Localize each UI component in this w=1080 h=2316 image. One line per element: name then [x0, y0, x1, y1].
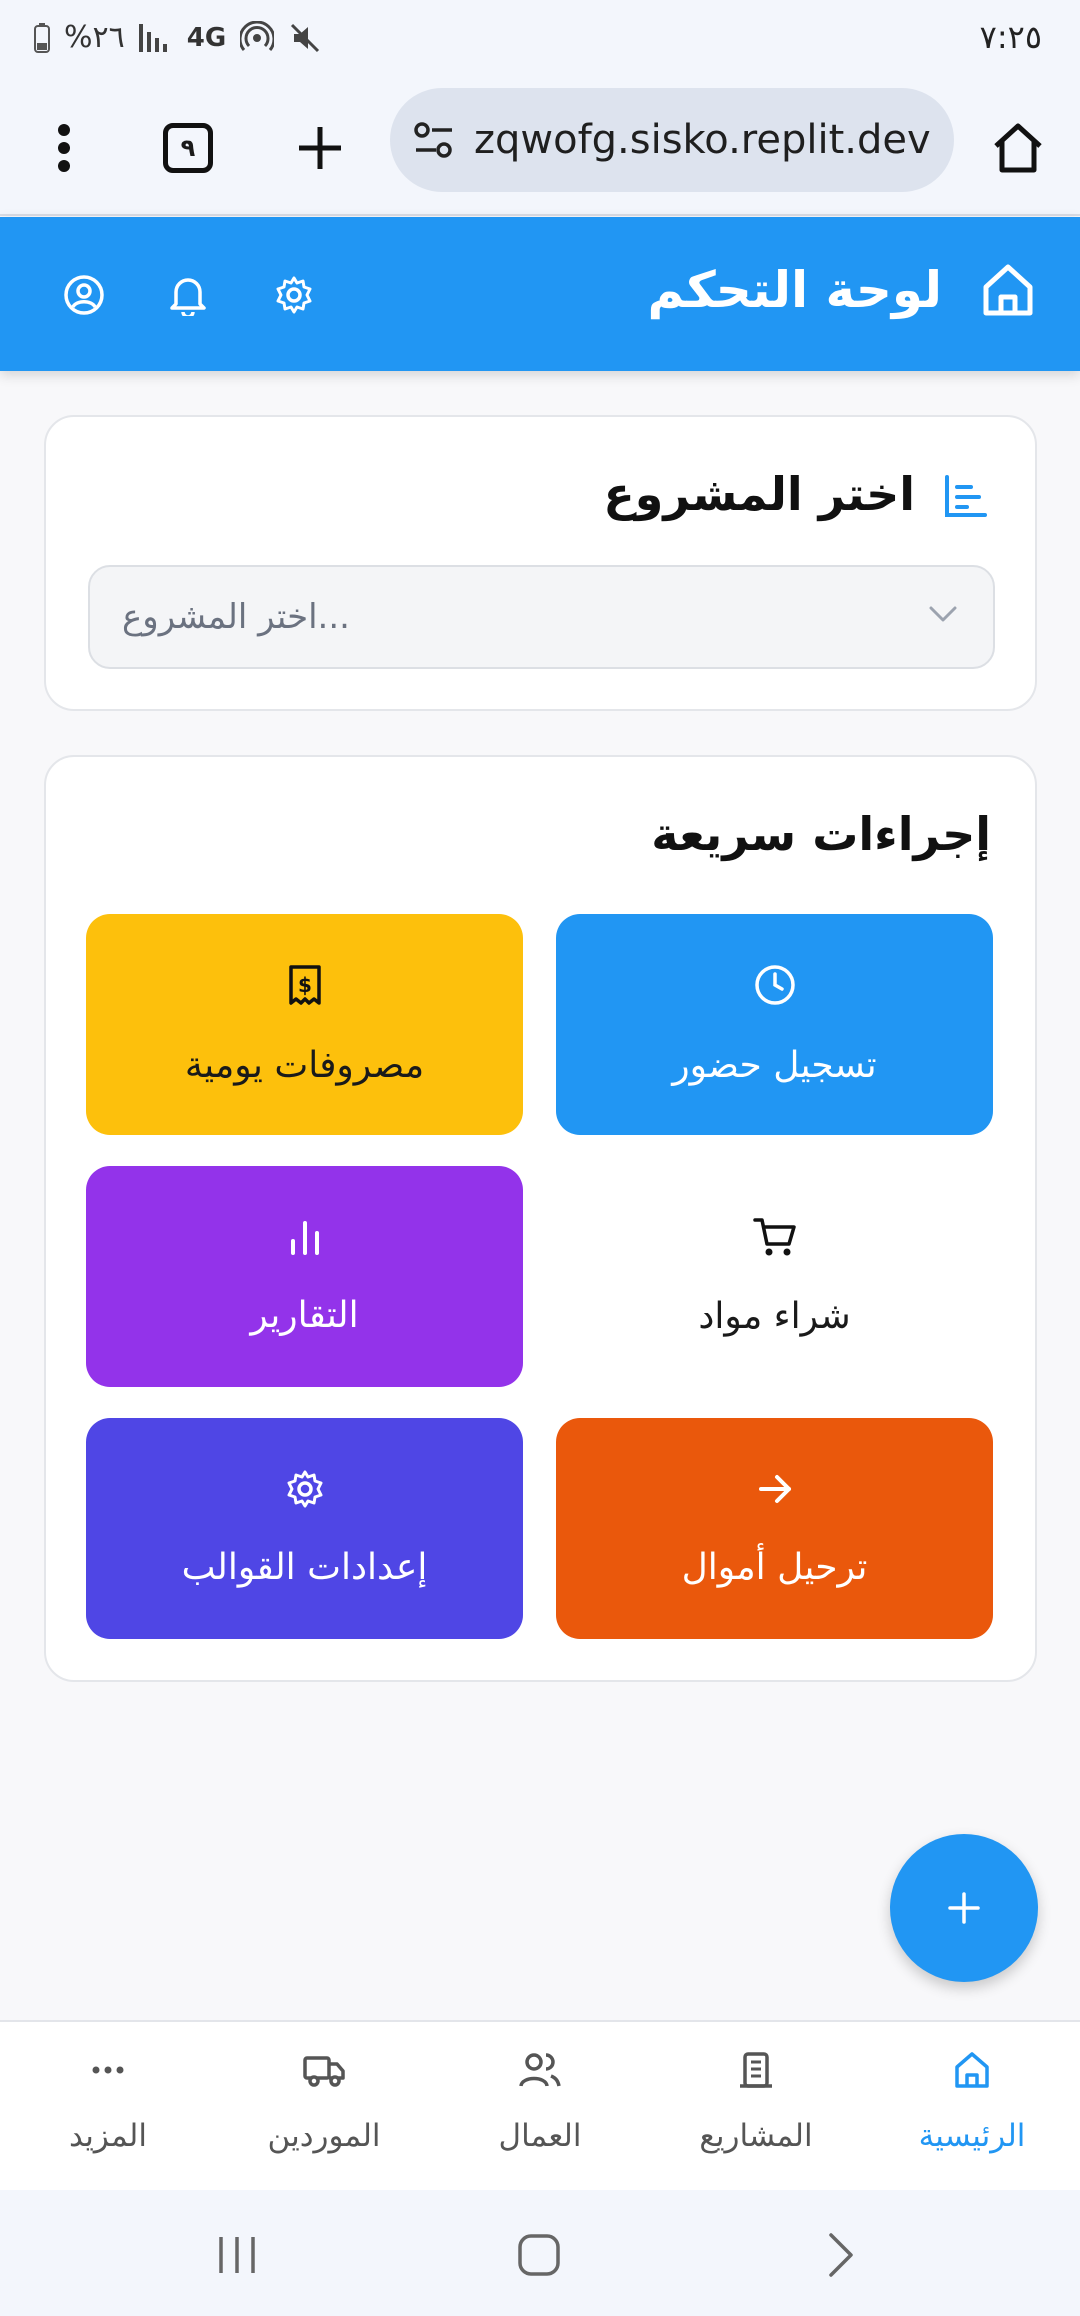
system-navigation-bar: [0, 2190, 1080, 2316]
gear-icon: [276, 276, 312, 314]
mute-icon: [291, 23, 320, 52]
attendance-button[interactable]: تسجيل حضور: [556, 914, 993, 1135]
hotspot-icon: [240, 20, 275, 51]
project-card-title: اختر المشروع: [603, 467, 915, 521]
browser-home-button[interactable]: [978, 108, 1058, 188]
nav-projects[interactable]: المشاريع: [648, 2022, 864, 2192]
nav-suppliers[interactable]: الموردين: [216, 2022, 432, 2192]
more-icon: [92, 2066, 124, 2074]
browser-menu-button[interactable]: [24, 108, 104, 188]
chevron-down-icon: [929, 606, 957, 622]
battery-icon: [34, 22, 50, 53]
project-select-card: اختر المشروع ...اختر المشروع: [44, 415, 1037, 711]
bell-icon: [170, 278, 206, 316]
template-settings-label: إعدادات القوالب: [181, 1547, 428, 1588]
header-home-icon-wrap: [978, 261, 1038, 321]
new-tab-button[interactable]: [280, 108, 360, 188]
reports-button[interactable]: التقارير: [86, 1166, 523, 1387]
browser-toolbar: ٩ zqwofg.sisko.replit.dev: [0, 78, 1080, 216]
arrow-right-icon: [758, 1475, 791, 1503]
home-icon: [955, 2052, 989, 2088]
transfer-funds-label: ترحيل أموال: [681, 1547, 868, 1588]
tab-count: ٩: [163, 123, 213, 173]
chevron-right-icon: [829, 2233, 853, 2277]
buy-materials-label: شراء مواد: [698, 1296, 851, 1337]
battery-percent: %٢٦: [64, 20, 125, 55]
quick-actions-title: إجراءات سريعة: [651, 807, 991, 861]
bottom-navigation: الرئيسية المشاريع العمال الموردين المزيد: [0, 2020, 1080, 2190]
signal-icon: [138, 23, 167, 52]
clock-icon: [754, 965, 795, 1005]
status-icons: %٢٦ 4G: [34, 20, 322, 55]
reports-label: التقارير: [250, 1295, 359, 1336]
attendance-label: تسجيل حضور: [672, 1045, 877, 1086]
users-icon: [519, 2053, 561, 2087]
list-tree-icon: [945, 475, 987, 517]
nav-workers[interactable]: العمال: [432, 2022, 648, 2192]
nav-home[interactable]: الرئيسية: [864, 2022, 1080, 2192]
receipt-icon: $: [288, 965, 321, 1005]
network-type: 4G: [186, 22, 227, 53]
nav-more-label: المزيد: [69, 2118, 147, 2154]
cart-icon: [752, 1218, 796, 1256]
recents-icon: [219, 2237, 255, 2273]
home-icon: [983, 264, 1033, 316]
daily-expenses-label: مصروفات يومية: [184, 1045, 425, 1086]
template-settings-button[interactable]: إعدادات القوالب: [86, 1418, 523, 1639]
status-time: ٧:٢٥: [979, 18, 1042, 56]
page-title: لوحة التحكم: [647, 261, 942, 319]
status-bar: %٢٦ 4G ٧:٢٥: [0, 0, 1080, 78]
gear-icon: [287, 1470, 322, 1508]
nav-workers-label: العمال: [498, 2118, 582, 2154]
quick-actions-card: إجراءات سريعة تسجيل حضور $ مصروفات يومية…: [44, 755, 1037, 1682]
project-select[interactable]: ...اختر المشروع: [88, 565, 995, 669]
notifications-button[interactable]: [158, 265, 218, 325]
system-home-button[interactable]: [504, 2220, 574, 2290]
user-circle-icon: [64, 275, 104, 315]
plus-icon: [299, 127, 341, 169]
svg-text:$: $: [298, 973, 312, 997]
project-select-placeholder: ...اختر المشروع: [122, 597, 350, 637]
profile-button[interactable]: [54, 265, 114, 325]
home-square-icon: [518, 2234, 560, 2276]
back-button[interactable]: [806, 2220, 876, 2290]
address-bar[interactable]: zqwofg.sisko.replit.dev: [390, 88, 954, 192]
add-fab-button[interactable]: [890, 1834, 1038, 1982]
nav-suppliers-label: الموردين: [267, 2118, 381, 2154]
home-icon: [994, 123, 1042, 173]
bar-chart-icon: [290, 1221, 319, 1255]
app-header: لوحة التحكم: [0, 217, 1080, 371]
buy-materials-button[interactable]: شراء مواد: [556, 1166, 993, 1387]
kebab-menu-icon: [58, 124, 70, 172]
daily-expenses-button[interactable]: $ مصروفات يومية: [86, 914, 523, 1135]
transfer-funds-button[interactable]: ترحيل أموال: [556, 1418, 993, 1639]
truck-icon: [303, 2056, 345, 2087]
building-icon: [740, 2052, 772, 2088]
nav-home-label: الرئيسية: [918, 2118, 1026, 2154]
url-text: zqwofg.sisko.replit.dev: [474, 117, 931, 163]
nav-projects-label: المشاريع: [699, 2118, 813, 2154]
tab-switcher-button[interactable]: ٩: [148, 108, 228, 188]
nav-more[interactable]: المزيد: [0, 2022, 216, 2192]
site-settings-icon[interactable]: [412, 118, 456, 162]
plus-icon: [948, 1892, 980, 1924]
settings-button[interactable]: [264, 265, 324, 325]
recents-button[interactable]: [202, 2220, 272, 2290]
